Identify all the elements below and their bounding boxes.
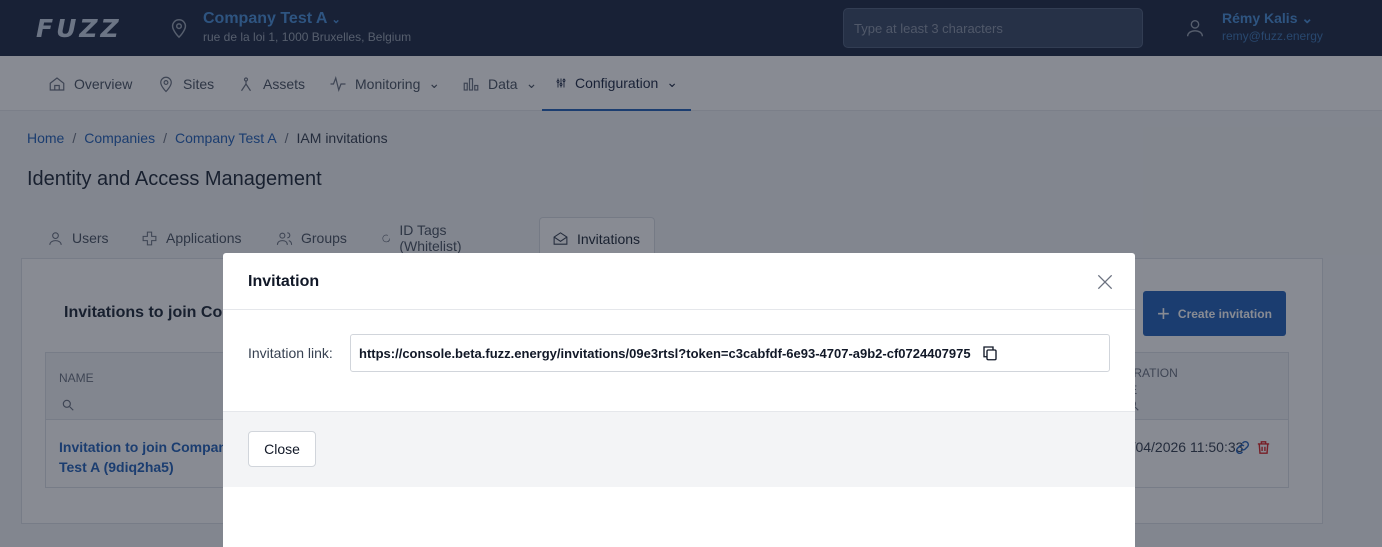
modal-footer: Close [223,411,1135,487]
modal-body: Invitation link: https://console.beta.fu… [223,310,1135,412]
close-button[interactable]: Close [248,431,316,467]
modal-header: Invitation [223,253,1135,310]
invitation-modal: Invitation Invitation link: https://cons… [223,253,1135,547]
invitation-link-field[interactable]: https://console.beta.fuzz.energy/invitat… [350,334,1110,372]
close-icon[interactable] [1095,272,1115,292]
copy-icon[interactable] [981,344,999,362]
modal-title: Invitation [248,273,320,290]
invitation-link-value[interactable]: https://console.beta.fuzz.energy/invitat… [359,346,971,361]
invitation-link-label: Invitation link: [248,345,333,361]
